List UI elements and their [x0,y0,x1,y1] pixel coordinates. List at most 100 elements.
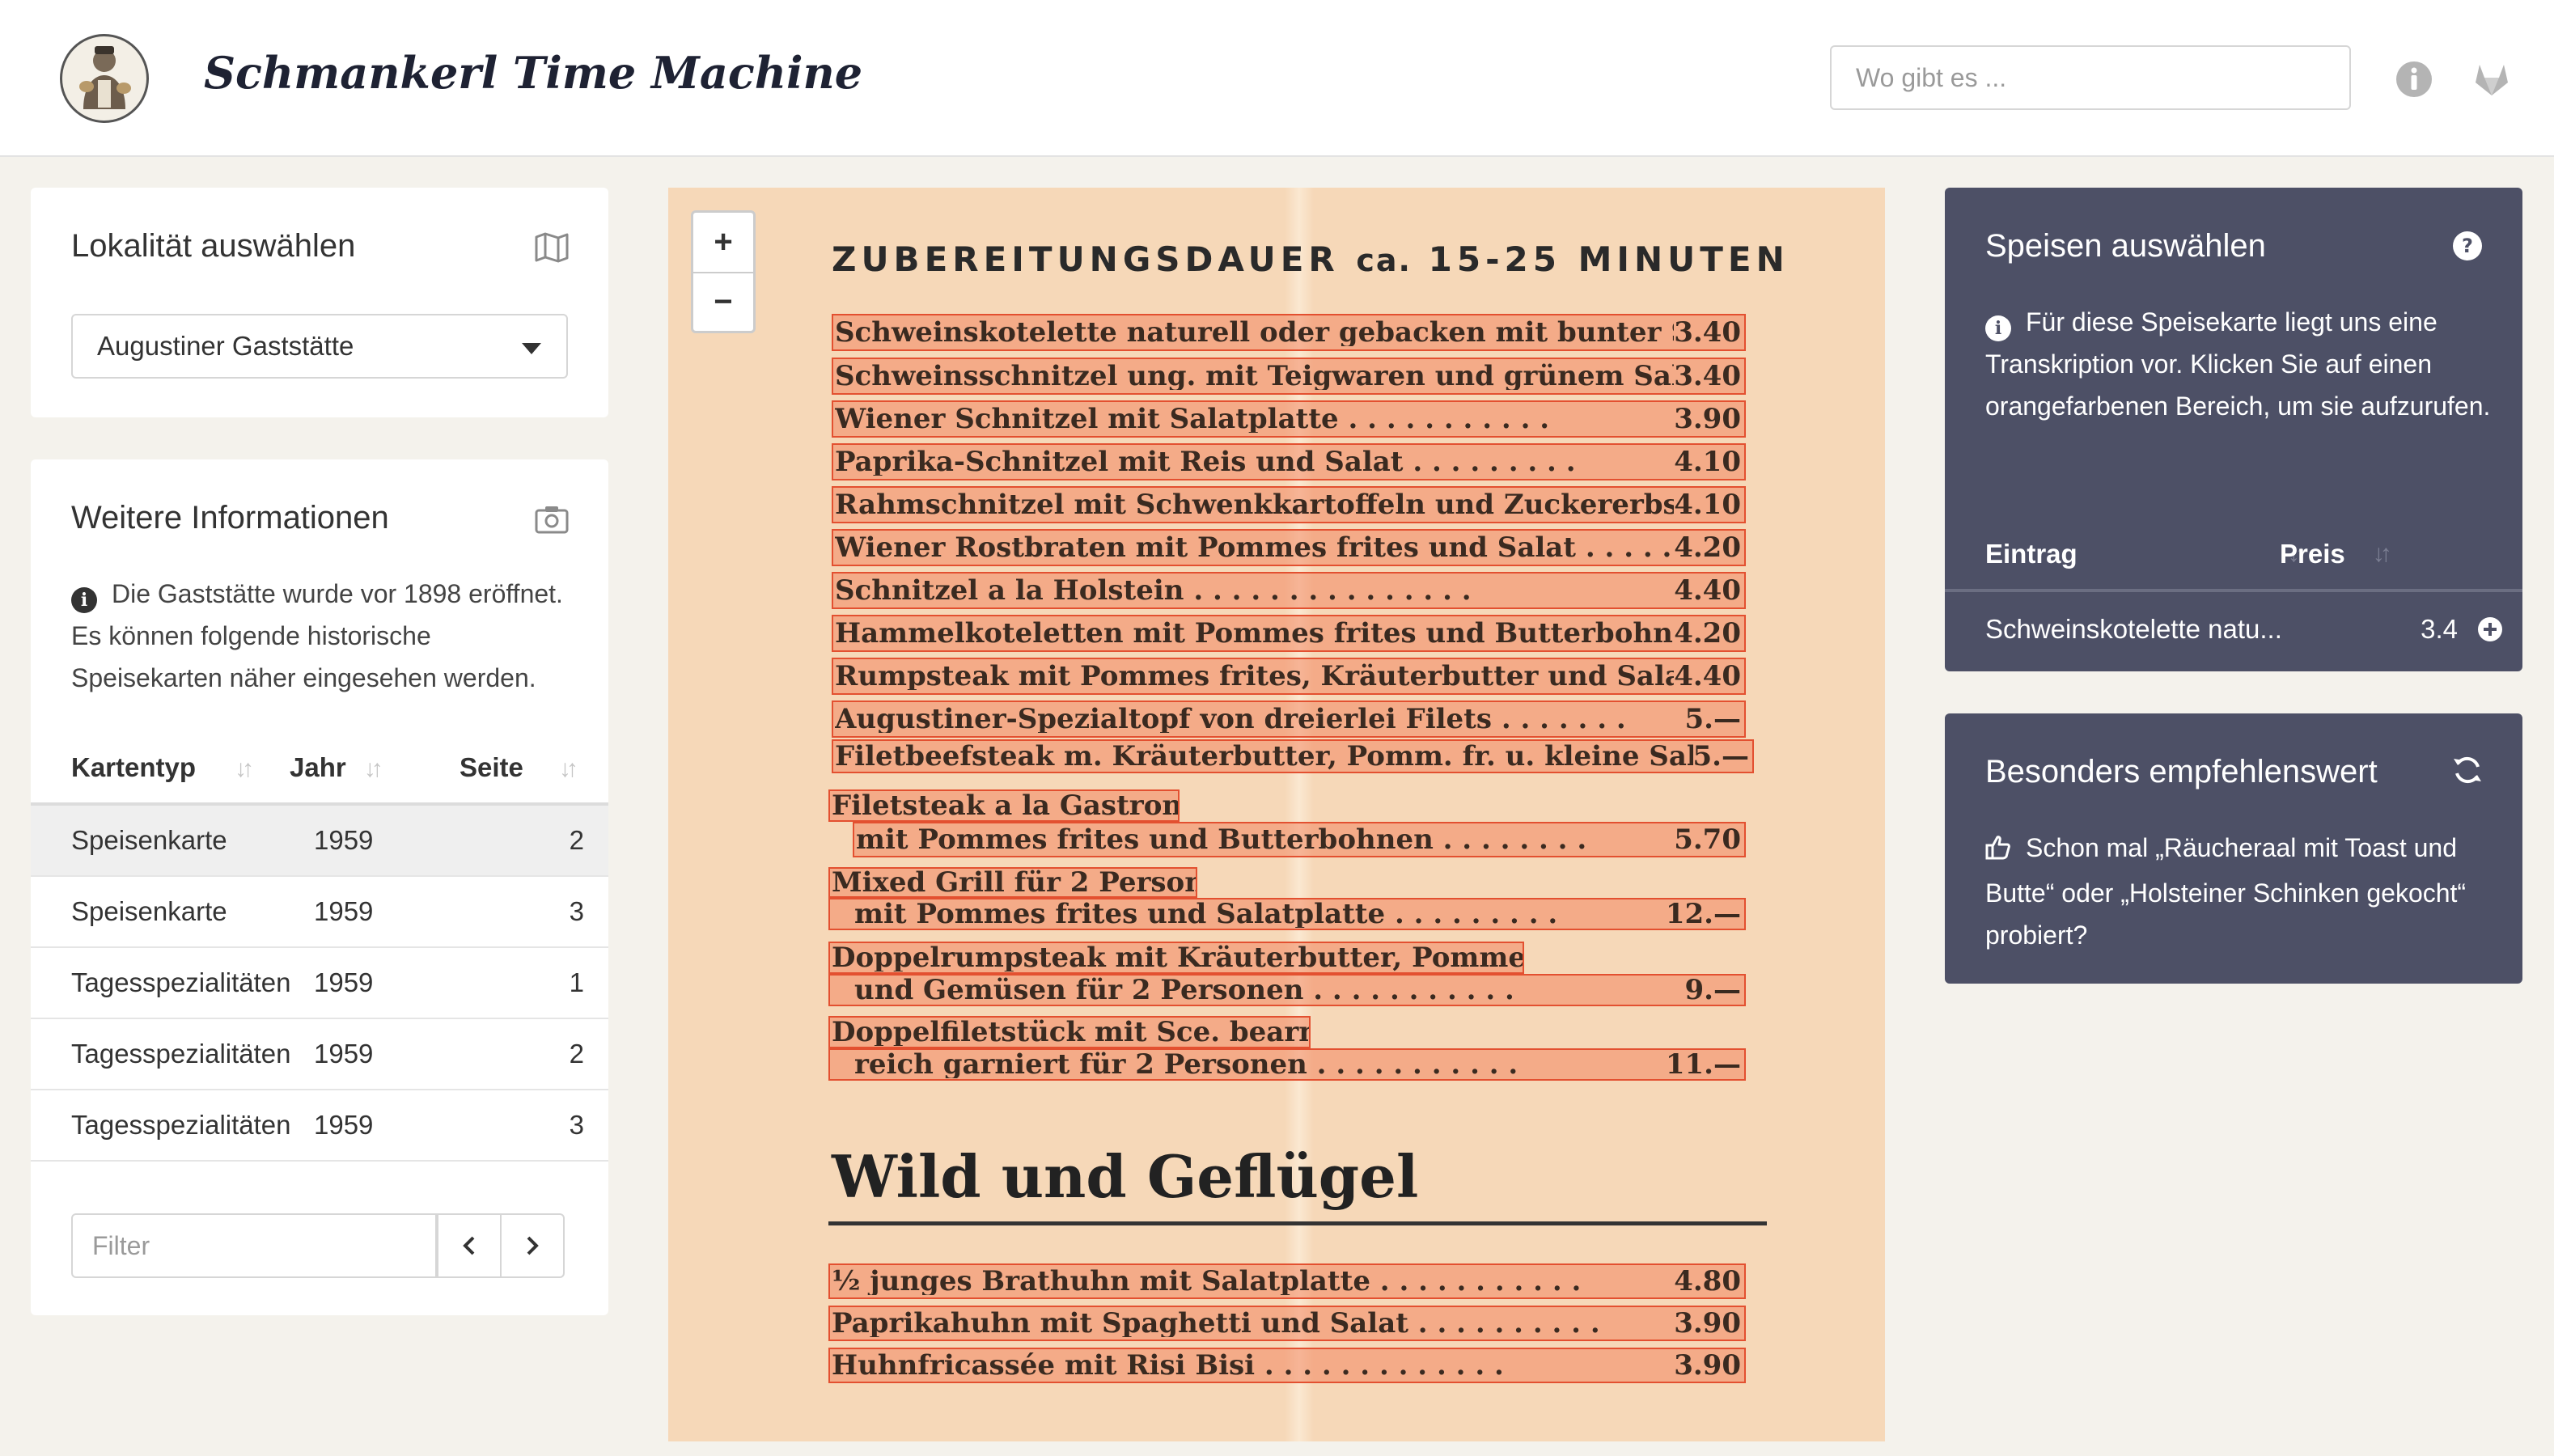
sort-icon: ↓↑ [2372,540,2392,567]
menu-heading: ZUBEREITUNGSDAUER ca. 15-25 MINUTEN [832,239,1789,279]
table-row[interactable]: Speisenkarte 1959 2 [31,806,608,877]
heading-small: ca. [1356,243,1412,278]
cell-year: 1959 [314,967,374,997]
menu-item-region[interactable]: Filetsteak a la Gastronom [828,789,1180,822]
menu-item-text: ½ junges Brathuhn mit Salatplatte . . . … [832,1268,1582,1295]
location-card-title: Lokalität auswählen [71,228,356,264]
col-price[interactable]: Preis ↓↑ [2280,539,2522,569]
recommend-text-content: Schon mal „Räucheraal mit Toast und Butt… [1985,833,2467,950]
cell-type: Speisenkarte [71,825,227,855]
zoom-out-button[interactable]: − [693,272,753,331]
menu-item-region[interactable]: Paprika-Schnitzel mit Reis und Salat . .… [832,443,1746,480]
caret-down-icon [521,331,542,362]
menu-item-price: 3.90 [1674,403,1741,435]
plus-circle-icon[interactable] [2458,616,2522,643]
col-price-label: Preis [2280,539,2345,569]
info-circle-icon: i [1985,315,2011,341]
next-page-button[interactable] [500,1213,565,1278]
menu-item-price: 4.10 [1674,446,1741,478]
search-input[interactable] [1830,45,2351,110]
menu-item-text: Doppelfiletstück mit Sce. bearnaise, [832,1018,1309,1046]
menu-item-region[interactable]: Doppelrumpsteak mit Kräuterbutter, Pomme… [828,942,1524,974]
filter-input[interactable] [71,1213,437,1278]
table-row[interactable]: Tagesspezialitäten 1959 2 [31,1019,608,1090]
cell-page: 3 [569,896,584,926]
menu-item-region[interactable]: Wiener Rostbraten mit Pommes frites und … [832,529,1746,566]
dish-row[interactable]: Schweinskotelette natu... 3.4 [1945,592,2522,667]
menu-item-region[interactable]: Filetbeefsteak m. Kräuterbutter, Pomm. f… [832,739,1754,773]
dishes-card: Speisen auswählen ? i Für diese Speisekar… [1945,188,2522,671]
menu-item-region[interactable]: Huhnfricassée mit Risi Bisi . . . . . . … [828,1348,1746,1383]
info-card-title: Weitere Informationen [71,500,389,535]
map-icon[interactable] [534,231,570,264]
camera-icon[interactable] [534,503,570,535]
menu-item-price: 3.90 [1674,1349,1741,1382]
location-select[interactable]: Augustiner Gaststätte [71,314,568,379]
gitlab-icon[interactable] [2472,60,2511,99]
cell-page: 2 [569,1039,584,1069]
cell-year: 1959 [314,896,374,926]
menu-item-text: reich garniert für 2 Personen . . . . . … [854,1051,1518,1078]
menu-item-text: Rumpsteak mit Pommes frites, Kräuterbutt… [835,662,1675,690]
zoom-in-button[interactable]: + [693,213,753,272]
heading-main: ZUBEREITUNGSDAUER [832,239,1340,279]
menu-item-region[interactable]: reich garniert für 2 Personen . . . . . … [828,1048,1746,1081]
menu-item-price: 5.70 [1674,823,1741,856]
menu-item-region[interactable]: mit Pommes frites und Salatplatte . . . … [828,898,1746,930]
menu-item-price: 4.20 [1674,617,1741,650]
col-kartentyp[interactable]: Kartentyp ↓↑ [31,752,265,783]
menu-item-text: Huhnfricassée mit Risi Bisi . . . . . . … [832,1352,1504,1379]
help-icon[interactable]: ? [2451,230,2487,262]
menu-item-region[interactable]: Schnitzel a la Holstein . . . . . . . . … [832,572,1746,609]
info-icon[interactable] [2395,60,2433,99]
dishes-table-header: Eintrag ↓↑ Preis ↓↑ [1945,519,2522,592]
menu-item-region[interactable]: Paprikahuhn mit Spaghetti und Salat . . … [828,1306,1746,1341]
table-row[interactable]: Tagesspezialitäten 1959 3 [31,1090,608,1162]
menu-item-region[interactable]: ½ junges Brathuhn mit Salatplatte . . . … [828,1263,1746,1299]
app-logo[interactable] [60,34,149,123]
menu-item-region[interactable]: Doppelfiletstück mit Sce. bearnaise, [828,1016,1311,1048]
cell-type: Speisenkarte [71,896,227,926]
col-jahr[interactable]: Jahr ↓↑ [265,752,427,783]
menu-item-region[interactable]: Augustiner-Spezialtopf von dreierlei Fil… [832,700,1746,738]
info-description-text: Die Gaststätte wurde vor 1898 eröffnet. … [71,579,563,692]
thumbs-up-icon [1985,830,2011,872]
app-title: Schmankerl Time Machine [204,47,863,99]
menu-image-viewer[interactable]: + − ZUBEREITUNGSDAUER ca. 15-25 MINUTEN … [668,188,1885,1441]
menu-item-price: 3.90 [1674,1307,1741,1340]
heading-end: 15-25 MINUTEN [1428,239,1789,279]
menu-item-region[interactable]: mit Pommes frites und Butterbohnen . . .… [853,822,1746,857]
chevron-left-icon [463,1236,475,1255]
menu-item-region[interactable]: Rumpsteak mit Pommes frites, Kräuterbutt… [832,658,1746,695]
table-row[interactable]: Speisenkarte 1959 3 [31,877,608,948]
menu-item-price: 3.40 [1674,316,1741,349]
table-row[interactable]: Tagesspezialitäten 1959 1 [31,948,608,1019]
col-entry[interactable]: Eintrag ↓↑ [1945,539,2307,569]
menu-item-region[interactable]: Mixed Grill für 2 Personen [828,867,1197,898]
menu-item-text: mit Pommes frites und Butterbohnen . . .… [856,826,1587,853]
location-card: Lokalität auswählen Augustiner Gaststätt… [31,188,608,417]
menu-item-price: 11.— [1665,1048,1741,1081]
menu-item-region[interactable]: und Gemüsen für 2 Personen . . . . . . .… [828,974,1746,1006]
menu-item-region[interactable]: Wiener Schnitzel mit Salatplatte . . . .… [832,400,1746,438]
menu-item-region[interactable]: Schweinsschnitzel ung. mit Teigwaren und… [832,358,1746,395]
cell-page: 1 [569,967,584,997]
cell-page: 3 [569,1110,584,1140]
menu-item-price: 5.— [1684,703,1742,735]
refresh-icon[interactable] [2451,754,2487,786]
recommend-text: Schon mal „Räucheraal mit Toast und Butt… [1985,827,2495,956]
section-divider [828,1221,1767,1225]
menu-item-price: 5.— [1692,740,1750,772]
menu-item-region[interactable]: Schweinskotelette naturell oder gebacken… [832,314,1746,351]
dishes-info: i Für diese Speisekarte liegt uns eine Tr… [1985,301,2495,427]
menu-item-region[interactable]: Hammelkoteletten mit Pommes frites und B… [832,615,1746,652]
prev-page-button[interactable] [437,1213,502,1278]
cell-year: 1959 [314,1110,374,1140]
info-card: Weitere Informationen i Die Gaststätte wu… [31,459,608,1315]
recommend-card-title: Besonders empfehlenswert [1985,754,2378,789]
col-seite[interactable]: Seite ↓↑ [427,752,608,783]
table-header: Kartentyp ↓↑ Jahr ↓↑ Seite ↓↑ [31,733,608,806]
cell-type: Tagesspezialitäten [71,967,291,997]
info-circle-icon: i [71,587,97,613]
menu-item-region[interactable]: Rahmschnitzel mit Schwenkkartoffeln und … [832,486,1746,523]
